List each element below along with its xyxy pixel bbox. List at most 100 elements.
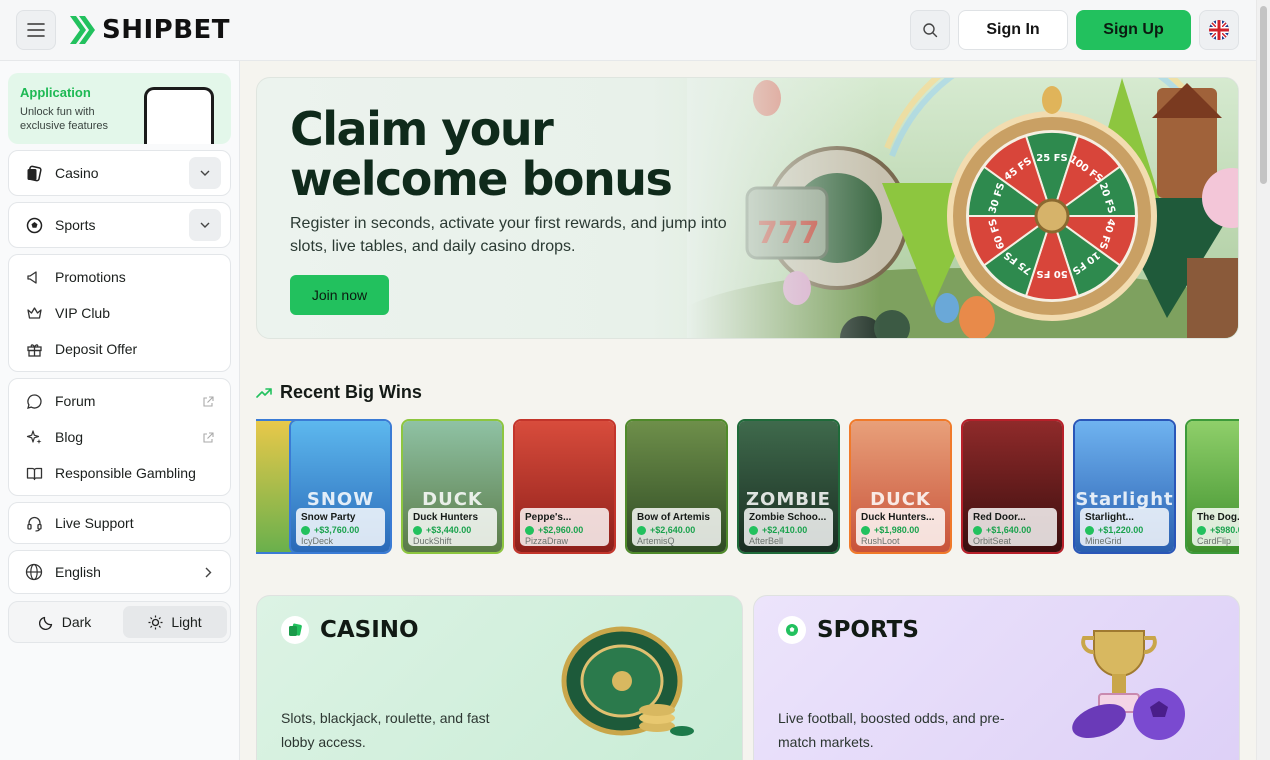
sidebar-item-casino[interactable]: Casino bbox=[8, 150, 231, 196]
casino-icon bbox=[281, 616, 309, 644]
win-game-name: Peppe's... bbox=[525, 512, 572, 523]
sidebar-item-forum[interactable]: Forum bbox=[25, 392, 95, 410]
sidebar-item-label: VIP Club bbox=[55, 305, 110, 321]
win-card[interactable]: DUCK Duck Hunters +$3,440.00 DuckShift bbox=[401, 419, 504, 554]
recent-wins-carousel[interactable]: SNOW Snow Party +$3,760.00 IcyDeck DUCK Duck … bbox=[256, 418, 1239, 556]
roulette-illustration bbox=[561, 626, 694, 736]
search-button[interactable] bbox=[910, 10, 950, 50]
sidebar-item-live-support[interactable]: Live Support bbox=[8, 502, 231, 544]
sidebar: Application Unlock fun with exclusive fe… bbox=[0, 61, 240, 760]
win-amount: +$2,410.00 bbox=[749, 525, 828, 535]
game-art-logo: Starlight bbox=[1075, 489, 1174, 510]
sign-in-button[interactable]: Sign In bbox=[958, 10, 1068, 50]
expand-casino-button[interactable] bbox=[189, 157, 221, 189]
category-title: CASINO bbox=[320, 617, 419, 643]
win-amount-value: +$2,410.00 bbox=[762, 525, 808, 535]
win-info: Duck Hunters... +$1,980.00 RushLoot bbox=[856, 508, 945, 546]
sidebar-community-group: Forum Blog Responsible Gambling bbox=[8, 378, 231, 496]
win-username: RushLoot bbox=[861, 536, 900, 546]
brand-name: SHIPBET bbox=[102, 15, 231, 45]
join-now-button[interactable]: Join now bbox=[290, 275, 389, 315]
win-username: CardFlip bbox=[1197, 536, 1232, 546]
casino-icon bbox=[25, 164, 43, 182]
sidebar-item-blog[interactable]: Blog bbox=[25, 428, 83, 446]
crown-icon bbox=[25, 304, 43, 322]
win-game-name: Duck Hunters... bbox=[861, 512, 935, 523]
hero-illustration: 777 25 FS100 FS20 FS40 FS10 FS50 FS75 FS… bbox=[687, 78, 1238, 338]
win-card[interactable]: Bow of Artemis +$2,640.00 ArtemisQ bbox=[625, 419, 728, 554]
win-card[interactable]: SNOW Snow Party +$3,760.00 IcyDeck bbox=[289, 419, 392, 554]
win-card[interactable]: The Dog... +$980.00CardFlip bbox=[1185, 419, 1239, 554]
win-amount-value: +$980.00 bbox=[1210, 525, 1239, 535]
sidebar-item-label: Responsible Gambling bbox=[55, 465, 196, 481]
win-card[interactable]: Red Door... +$1,640.00 OrbitSeat bbox=[961, 419, 1064, 554]
theme-light-option[interactable]: Light bbox=[123, 606, 227, 638]
win-username: PizzaDraw bbox=[525, 536, 569, 546]
win-game-name: The Dog... bbox=[1197, 512, 1239, 523]
win-amount: +$3,440.00 bbox=[413, 525, 492, 535]
win-amount: +$2,960.00 bbox=[525, 525, 604, 535]
phone-illustration bbox=[144, 87, 214, 144]
casino-category-card[interactable]: CASINO Slots, blackjack, roulette, and f… bbox=[256, 595, 743, 760]
coin-icon bbox=[1085, 525, 1094, 535]
sidebar-item-deposit-offer[interactable]: Deposit Offer bbox=[25, 340, 137, 358]
win-amount-value: +$2,960.00 bbox=[538, 525, 584, 535]
external-link-icon bbox=[203, 396, 214, 407]
trophy-illustration bbox=[1072, 630, 1185, 740]
sidebar-item-vip-club[interactable]: VIP Club bbox=[25, 304, 110, 322]
win-info: Zombie Schoo... +$2,410.00 AfterBell bbox=[744, 508, 833, 546]
game-art-logo: DUCK bbox=[870, 489, 931, 510]
win-amount-value: +$2,640.00 bbox=[650, 525, 696, 535]
globe-icon bbox=[25, 563, 43, 581]
expand-sports-button[interactable] bbox=[189, 209, 221, 241]
page-scrollbar[interactable] bbox=[1256, 0, 1270, 760]
sidebar-item-label: Sports bbox=[55, 217, 96, 233]
win-amount-value: +$3,760.00 bbox=[314, 525, 360, 535]
win-game-name: Bow of Artemis bbox=[637, 512, 710, 523]
hero-title: Claim your welcome bonus bbox=[290, 102, 673, 206]
coin-icon bbox=[413, 525, 422, 535]
sidebar-sports-row: Sports bbox=[25, 216, 95, 234]
win-info: Bow of Artemis +$2,640.00 ArtemisQ bbox=[632, 508, 721, 546]
sidebar-item-promotions[interactable]: Promotions bbox=[25, 268, 126, 286]
win-info: Starlight... +$1,220.00 MineGrid bbox=[1080, 508, 1169, 546]
language-selector[interactable]: English bbox=[8, 550, 231, 594]
win-card[interactable]: Starlight Starlight... +$1,220.00 MineGrid bbox=[1073, 419, 1176, 554]
language-button[interactable] bbox=[1199, 10, 1239, 50]
megaphone-icon bbox=[25, 268, 43, 286]
menu-button[interactable] bbox=[16, 10, 56, 50]
theme-dark-label: Dark bbox=[61, 614, 92, 630]
win-card[interactable]: Peppe's... +$2,960.00 PizzaDraw bbox=[513, 419, 616, 554]
sign-up-button[interactable]: Sign Up bbox=[1076, 10, 1191, 50]
hamburger-icon bbox=[27, 23, 45, 37]
sidebar-item-responsible-gambling[interactable]: Responsible Gambling bbox=[25, 464, 196, 482]
sidebar-promo-group: Promotions VIP Club Deposit Offer bbox=[8, 254, 231, 372]
sports-category-card[interactable]: SPORTS Live football, boosted odds, and … bbox=[753, 595, 1240, 760]
logo[interactable]: SHIPBET bbox=[68, 14, 230, 46]
chevron-down-icon bbox=[200, 170, 210, 176]
win-card[interactable]: DUCK Duck Hunters... +$1,980.00 RushLoot bbox=[849, 419, 952, 554]
win-amount-value: +$3,440.00 bbox=[426, 525, 472, 535]
sidebar-item-label: Live Support bbox=[55, 515, 134, 531]
main-content: 777 25 FS100 FS20 FS40 FS10 FS50 FS75 FS… bbox=[240, 61, 1256, 760]
sidebar-item-sports[interactable]: Sports bbox=[8, 202, 231, 248]
app-promo-card[interactable]: Application Unlock fun with exclusive fe… bbox=[8, 73, 231, 144]
language-label: English bbox=[55, 564, 101, 580]
chat-bubble-icon bbox=[25, 392, 43, 410]
category-description: Live football, boosted odds, and pre-mat… bbox=[778, 710, 1005, 750]
welcome-bonus-banner[interactable]: 777 25 FS100 FS20 FS40 FS10 FS50 FS75 FS… bbox=[256, 77, 1239, 339]
sidebar-item-label: Forum bbox=[55, 393, 96, 409]
coin-icon bbox=[525, 525, 534, 535]
win-amount: +$980.00 bbox=[1197, 525, 1239, 535]
win-info: Snow Party +$3,760.00 IcyDeck bbox=[296, 508, 385, 546]
scrollbar-thumb[interactable] bbox=[1260, 6, 1267, 184]
win-game-name: Starlight... bbox=[1085, 512, 1134, 523]
gift-icon bbox=[25, 340, 43, 358]
chevron-right-icon bbox=[205, 567, 212, 578]
hero-subtitle: Register in seconds, activate your first… bbox=[290, 215, 727, 255]
win-card[interactable]: ZOMBIE Zombie Schoo... +$2,410.00 AfterBell bbox=[737, 419, 840, 554]
win-amount: +$1,980.00 bbox=[861, 525, 940, 535]
win-game-name: Duck Hunters bbox=[413, 512, 479, 523]
theme-dark-option[interactable]: Dark bbox=[13, 606, 117, 638]
sidebar-item-label: Promotions bbox=[55, 269, 126, 285]
